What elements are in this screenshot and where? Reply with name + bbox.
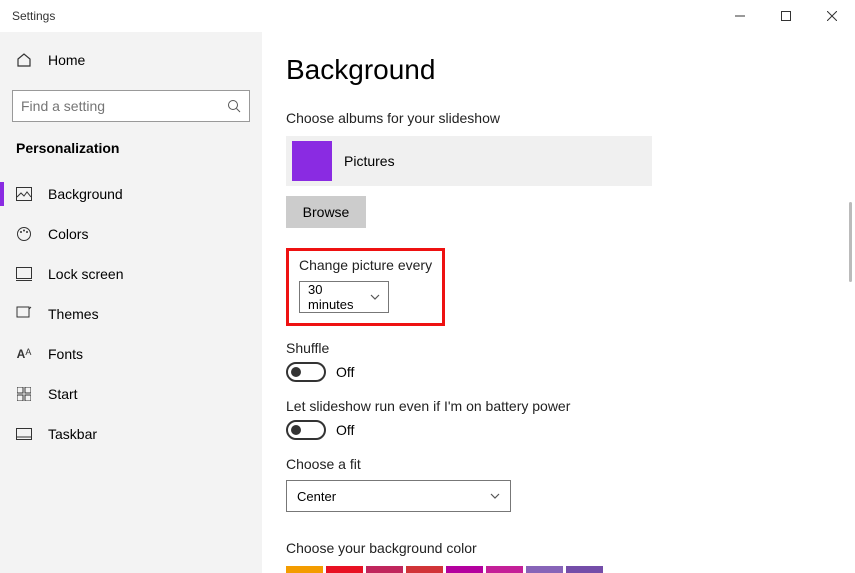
sidebar-home[interactable]: Home: [0, 40, 262, 80]
color-swatch[interactable]: [286, 566, 323, 573]
maximize-icon: [781, 11, 791, 21]
battery-state: Off: [336, 422, 354, 438]
nav-label: Lock screen: [48, 266, 123, 282]
font-icon: AA: [16, 347, 32, 361]
palette-icon: [16, 226, 32, 242]
sidebar-item-colors[interactable]: Colors: [0, 214, 262, 254]
sidebar-item-lockscreen[interactable]: Lock screen: [0, 254, 262, 294]
color-swatch[interactable]: [566, 566, 603, 573]
maximize-button[interactable]: [763, 0, 809, 32]
scrollbar[interactable]: [849, 202, 852, 282]
sidebar: Home Personalization Background Colors L…: [0, 32, 262, 573]
interval-dropdown[interactable]: 30 minutes: [299, 281, 389, 313]
color-swatch[interactable]: [366, 566, 403, 573]
sidebar-item-start[interactable]: Start: [0, 374, 262, 414]
sidebar-item-background[interactable]: Background: [0, 174, 262, 214]
fit-value: Center: [297, 489, 336, 504]
page-title: Background: [286, 54, 855, 86]
battery-label: Let slideshow run even if I'm on battery…: [286, 398, 855, 414]
brush-icon: [16, 306, 32, 322]
color-swatch[interactable]: [446, 566, 483, 573]
start-icon: [16, 387, 32, 401]
shuffle-label: Shuffle: [286, 340, 855, 356]
minimize-button[interactable]: [717, 0, 763, 32]
album-thumbnail: [292, 141, 332, 181]
home-icon: [16, 52, 32, 68]
change-picture-label: Change picture every: [299, 257, 432, 273]
color-grid: [286, 566, 855, 573]
nav-label: Fonts: [48, 346, 83, 362]
chevron-down-icon: [490, 493, 500, 499]
home-label: Home: [48, 52, 85, 68]
search-field[interactable]: [21, 98, 227, 114]
window-title: Settings: [12, 9, 55, 23]
fit-label: Choose a fit: [286, 456, 855, 472]
highlight-annotation: Change picture every 30 minutes: [286, 248, 445, 326]
nav-label: Start: [48, 386, 78, 402]
titlebar: Settings: [0, 0, 855, 32]
close-button[interactable]: [809, 0, 855, 32]
chevron-down-icon: [370, 294, 380, 300]
content-area: Background Choose albums for your slides…: [262, 32, 855, 573]
nav-label: Background: [48, 186, 123, 202]
shuffle-toggle[interactable]: [286, 362, 326, 382]
color-swatch[interactable]: [526, 566, 563, 573]
search-icon: [227, 99, 241, 113]
choose-albums-label: Choose albums for your slideshow: [286, 110, 855, 126]
battery-toggle[interactable]: [286, 420, 326, 440]
close-icon: [827, 11, 837, 21]
color-swatch[interactable]: [486, 566, 523, 573]
taskbar-icon: [16, 428, 32, 440]
sidebar-item-fonts[interactable]: AA Fonts: [0, 334, 262, 374]
color-swatch[interactable]: [406, 566, 443, 573]
nav-label: Colors: [48, 226, 88, 242]
album-name: Pictures: [344, 153, 395, 169]
nav-label: Themes: [48, 306, 99, 322]
album-item[interactable]: Pictures: [286, 136, 652, 186]
section-header: Personalization: [0, 132, 262, 174]
sidebar-item-taskbar[interactable]: Taskbar: [0, 414, 262, 454]
picture-icon: [16, 187, 32, 201]
minimize-icon: [735, 11, 745, 21]
shuffle-state: Off: [336, 364, 354, 380]
interval-value: 30 minutes: [308, 282, 362, 312]
sidebar-item-themes[interactable]: Themes: [0, 294, 262, 334]
browse-button[interactable]: Browse: [286, 196, 366, 228]
choose-color-label: Choose your background color: [286, 540, 855, 556]
color-swatch[interactable]: [326, 566, 363, 573]
search-input[interactable]: [12, 90, 250, 122]
nav-label: Taskbar: [48, 426, 97, 442]
lock-screen-icon: [16, 267, 32, 281]
fit-dropdown[interactable]: Center: [286, 480, 511, 512]
